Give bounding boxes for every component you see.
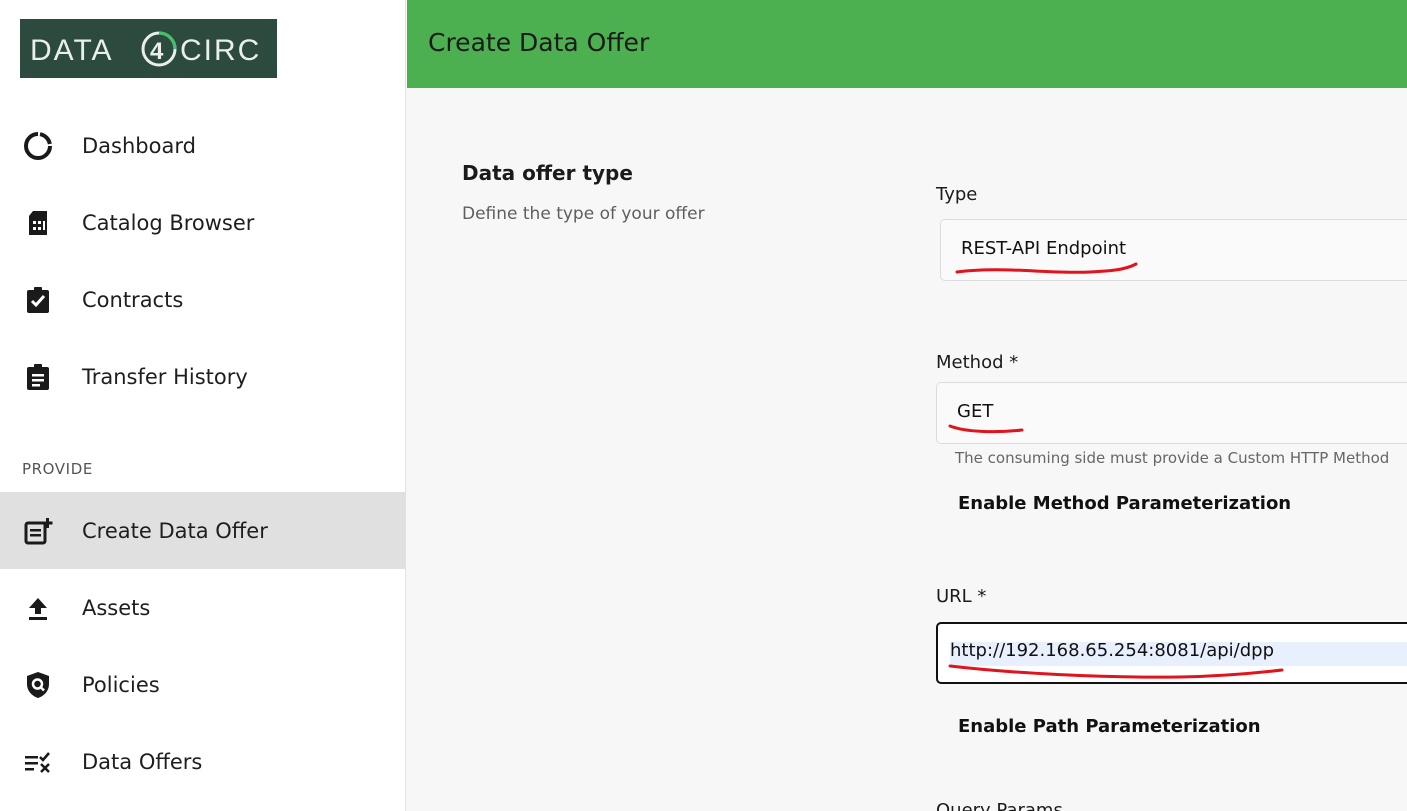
section-header-provide: PROVIDE [22,460,93,478]
sidebar-item-policies[interactable]: Policies [0,646,406,723]
sidebar-item-data-offers[interactable]: Data Offers [0,723,406,800]
page-title: Create Data Offer [428,28,650,57]
data4circ-logo[interactable]: DATA 4 CIRC [20,19,277,78]
type-label: Type [936,184,978,205]
section-description: Define the type of your offer [462,204,705,224]
method-field[interactable]: GET [936,382,1407,444]
sidebar-item-dashboard[interactable]: Dashboard [0,107,406,184]
contracts-icon [22,284,54,316]
url-label: URL * [936,586,987,607]
dashboard-icon [22,130,54,162]
policy-shield-icon [22,669,54,701]
section-title: Data offer type [462,161,633,185]
sidebar-item-label: Assets [82,595,151,620]
method-value: GET [957,401,994,422]
sidebar-item-label: Transfer History [82,364,248,389]
logo-wordmark: DATA 4 CIRC [30,31,261,67]
type-select[interactable]: REST-API Endpoint [940,219,1407,281]
sidebar-item-label: Dashboard [82,133,196,158]
sidebar-item-create-data-offer[interactable]: Create Data Offer [0,492,406,569]
svg-text:DATA: DATA [30,34,114,67]
main-content: Data offer type Define the type of your … [407,88,1407,811]
sidebar-item-label: Catalog Browser [82,210,255,235]
catalog-icon [22,207,54,239]
sidebar-item-label: Contracts [82,287,184,312]
sidebar-item-label: Policies [82,672,160,697]
sidebar: DATA 4 CIRC Dashboard Catalog Browser Co… [0,0,406,811]
method-label: Method * [936,352,1019,373]
sidebar-item-assets[interactable]: Assets [0,569,406,646]
sidebar-item-label: Data Offers [82,749,203,774]
sidebar-item-catalog-browser[interactable]: Catalog Browser [0,184,406,261]
sidebar-item-contracts[interactable]: Contracts [0,261,406,338]
transfer-history-icon [22,361,54,393]
top-header: Create Data Offer [407,0,1407,88]
sidebar-item-transfer-history[interactable]: Transfer History [0,338,406,415]
sidebar-item-label: Create Data Offer [82,518,268,543]
svg-text:4: 4 [150,38,164,65]
type-value: REST-API Endpoint [961,238,1127,259]
svg-text:CIRC: CIRC [180,34,261,67]
enable-path-parameterization-toggle[interactable]: Enable Path Parameterization [958,716,1261,737]
url-input[interactable]: http://192.168.65.254:8081/api/dpp [936,622,1407,684]
upload-icon [22,592,54,624]
url-value: http://192.168.65.254:8081/api/dpp [950,640,1275,661]
data-offers-icon [22,746,54,778]
query-params-label: Query Params [936,800,1063,811]
create-offer-icon [22,515,54,547]
enable-method-parameterization-toggle[interactable]: Enable Method Parameterization [958,493,1291,514]
method-hint: The consuming side must provide a Custom… [955,449,1390,467]
